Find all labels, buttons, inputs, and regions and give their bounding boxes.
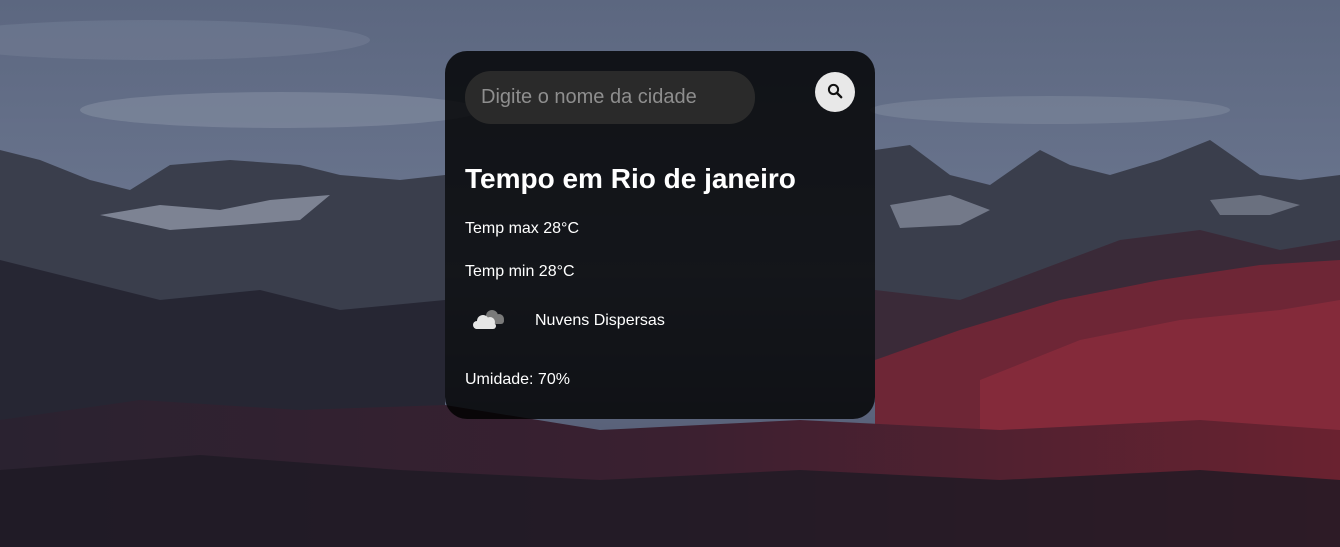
search-bar [465, 71, 855, 124]
search-button[interactable] [815, 72, 855, 112]
temp-max-text: Temp max 28°C [465, 220, 579, 237]
search-icon [827, 83, 843, 102]
city-title: Tempo em Rio de janeiro [465, 163, 796, 194]
humidity-text: Umidade: 70% [465, 371, 570, 388]
city-search-input[interactable] [465, 71, 755, 124]
weather-card: Tempo em Rio de janeiro Temp max 28°C Te… [445, 51, 875, 419]
cloud-icon [465, 301, 515, 341]
weather-description: Nuvens Dispersas [535, 312, 665, 329]
temp-min-text: Temp min 28°C [465, 263, 575, 280]
weather-description-row: Nuvens Dispersas [465, 301, 665, 341]
